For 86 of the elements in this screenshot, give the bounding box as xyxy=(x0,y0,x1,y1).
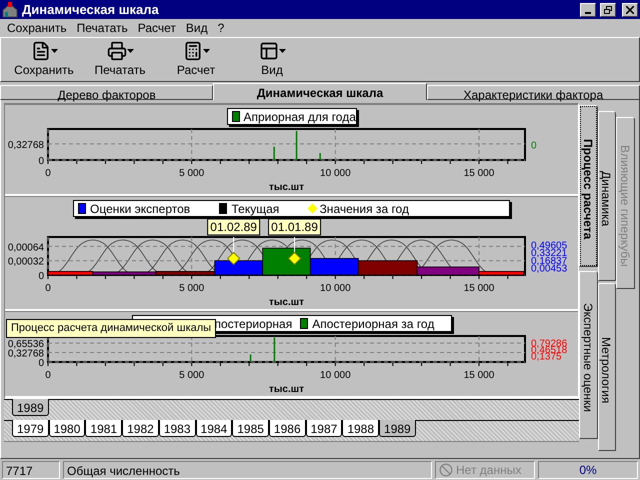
calculator-icon xyxy=(182,40,202,60)
document-icon xyxy=(30,40,50,60)
date-label: 01.01.89 xyxy=(268,218,322,236)
axis-label: 0,65536 xyxy=(8,339,44,350)
annotation: 01.02.89 xyxy=(210,220,258,234)
caret-icon xyxy=(126,48,134,52)
year-tab[interactable]: 1983 xyxy=(158,420,196,437)
side-tab[interactable]: Экспертные оценки xyxy=(579,271,598,439)
diamond-marker xyxy=(226,252,240,266)
legend-label: Априорная для года xyxy=(244,108,356,126)
date-label: 01.02.89 xyxy=(207,218,260,236)
minimize-button[interactable] xyxy=(580,2,596,16)
axis-label: 15 000 xyxy=(464,370,494,381)
progress-label: 0% xyxy=(579,462,597,479)
axis-label: 10 000 xyxy=(320,370,351,381)
axis-title: тыс.шт xyxy=(269,297,304,308)
year-tab[interactable]: 1982 xyxy=(122,420,159,437)
year-tab[interactable]: 1985 xyxy=(232,420,269,437)
windows-icon xyxy=(258,40,278,60)
printer-icon xyxy=(106,40,126,60)
caret-icon xyxy=(278,48,286,52)
year-tab[interactable]: 1984 xyxy=(196,420,232,437)
tab[interactable]: Характеристики фактора xyxy=(426,85,640,100)
legend-label: Значения за год xyxy=(320,200,409,218)
axis-label: 0 xyxy=(38,156,44,167)
menu-item[interactable]: ? xyxy=(212,19,230,37)
tooltip: Процесс расчета динамической шкалы xyxy=(6,319,216,338)
caret-icon xyxy=(202,48,210,52)
menu-item[interactable]: Расчет xyxy=(132,19,181,37)
toolbar-button[interactable]: Сохранить xyxy=(11,40,77,78)
side-tab[interactable]: Процесс расчета xyxy=(579,105,598,267)
axis-label: 15 000 xyxy=(464,168,494,179)
axis-label: 0 xyxy=(45,370,51,381)
close-icon xyxy=(626,6,634,14)
minimize-icon xyxy=(585,12,591,14)
menu-item[interactable]: Сохранить xyxy=(2,19,72,37)
maximize-icon xyxy=(604,6,612,14)
axis-label: 0,32768 xyxy=(8,140,44,151)
menu-item[interactable]: Вид xyxy=(180,19,213,37)
side-tab[interactable]: Метрология xyxy=(598,283,616,451)
year-tab[interactable]: 1979 xyxy=(12,420,49,437)
axis-label: 15 000 xyxy=(464,283,494,294)
legend-label: Апостериорная за год xyxy=(312,316,434,332)
year-tab[interactable]: 1988 xyxy=(342,420,380,437)
year-tab[interactable]: 1986 xyxy=(268,420,306,437)
status-description: Общая численность xyxy=(63,461,432,479)
legend-label: постериорная xyxy=(214,316,292,332)
axis-label: 0 xyxy=(45,283,51,294)
toolbar-button[interactable]: Вид xyxy=(239,40,305,78)
axis-title: тыс.шт xyxy=(269,384,304,395)
maximize-button[interactable] xyxy=(600,2,616,16)
legend-label: Текущая xyxy=(231,200,280,218)
annotation: 01.01.89 xyxy=(271,220,318,234)
window-title: Динамическая шкала xyxy=(22,0,160,19)
legend-label: Оценки экспертов xyxy=(90,200,190,218)
tab[interactable]: Динамическая шкала xyxy=(213,83,427,100)
axis-label: 0 xyxy=(38,358,44,369)
axis-label: 10 000 xyxy=(320,283,351,294)
year-tab[interactable]: 1989 xyxy=(12,399,49,416)
axis-label: 0,32768 xyxy=(8,348,44,360)
year-tab[interactable]: 1987 xyxy=(306,420,342,437)
status-data: Нет данных xyxy=(456,462,522,479)
axis-label: 0,79286 xyxy=(531,338,568,350)
axis-label: 0,00032 xyxy=(8,256,44,268)
toolbar-button[interactable]: Печатать xyxy=(87,40,153,78)
axis-label: 0 xyxy=(45,168,51,179)
tab[interactable]: Дерево факторов xyxy=(0,85,214,100)
axis-title: тыс.шт xyxy=(269,182,304,193)
side-tab[interactable]: Динамика xyxy=(598,111,616,281)
caret-icon xyxy=(50,48,58,52)
year-tab[interactable]: 1981 xyxy=(85,420,122,437)
year-tab[interactable]: 1980 xyxy=(48,420,86,437)
axis-label: 5 000 xyxy=(179,168,204,179)
menu-item[interactable]: Печатать xyxy=(72,19,133,37)
axis-label: 0 xyxy=(38,271,44,282)
axis-label: 5 000 xyxy=(179,370,204,381)
house-icon xyxy=(2,2,18,18)
axis-label: 5 000 xyxy=(179,283,204,294)
axis-label: 10 000 xyxy=(320,168,351,179)
axis-label: 0 xyxy=(531,140,537,152)
diamond-marker xyxy=(288,252,302,266)
toolbar-button[interactable]: Расчет xyxy=(163,40,229,78)
axis-label: 0,00064 xyxy=(8,242,44,254)
year-tab[interactable]: 1989 xyxy=(379,420,416,437)
close-button[interactable] xyxy=(622,2,638,16)
status-count: 7717 xyxy=(2,461,60,479)
